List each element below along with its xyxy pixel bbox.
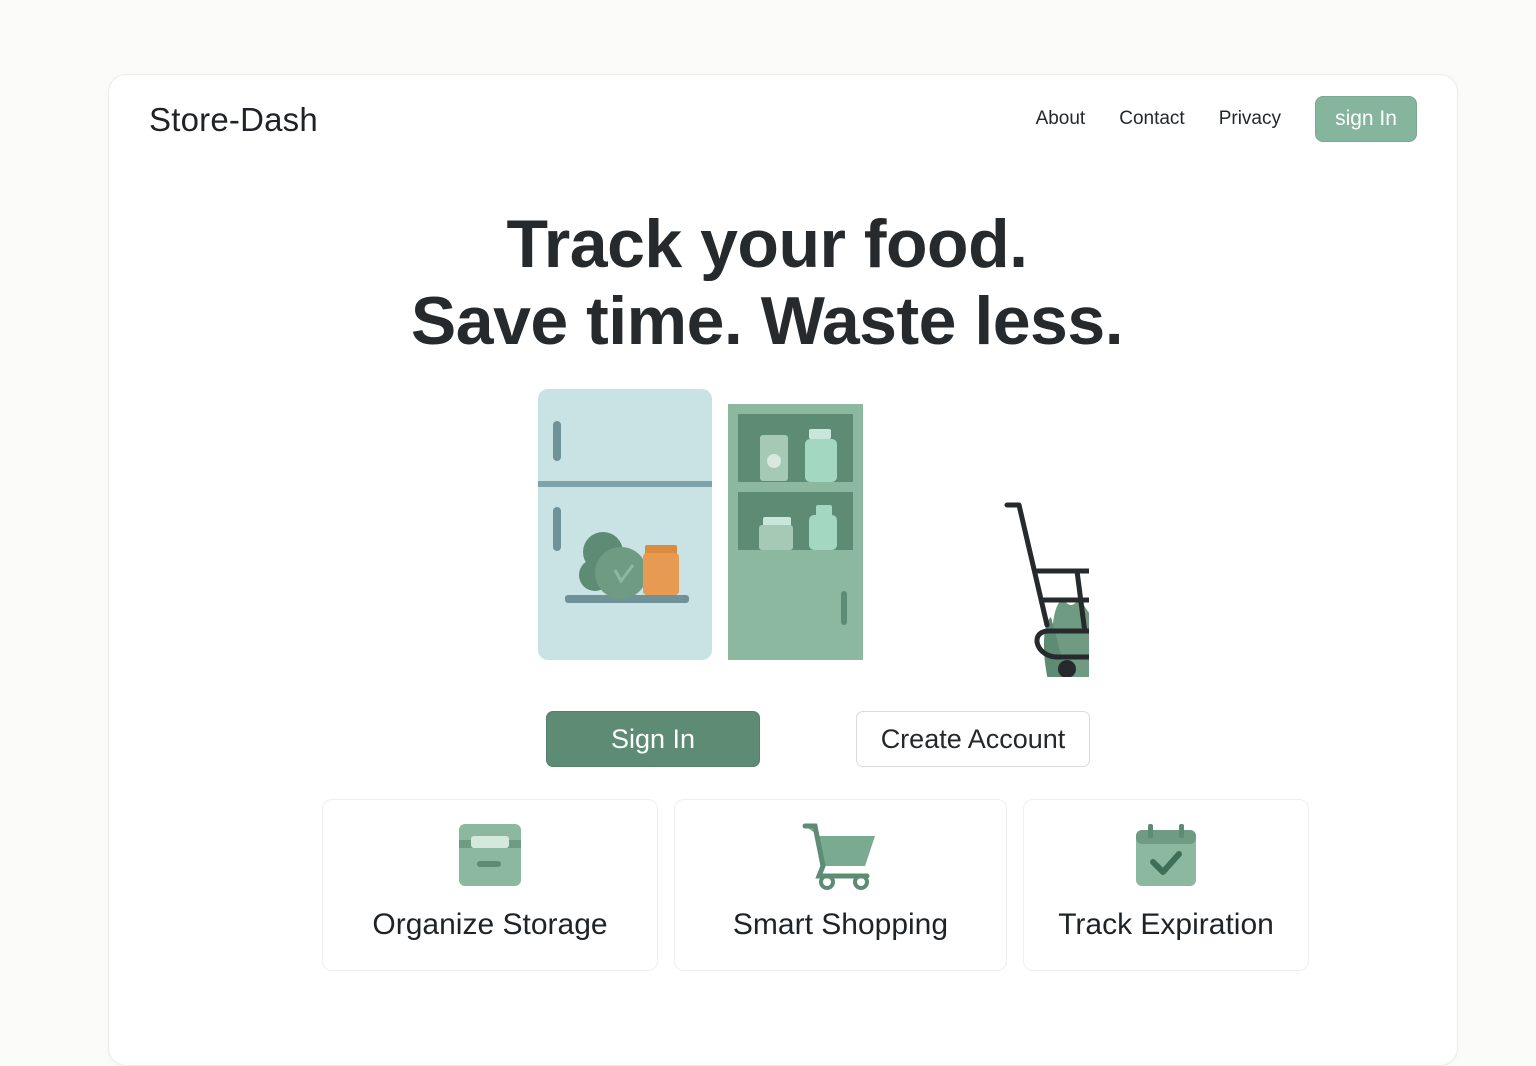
hero-title-line-1: Track your food. <box>506 206 1029 282</box>
brand-logo[interactable]: Store-Dash <box>149 101 318 139</box>
nav-about-link[interactable]: About <box>1036 108 1086 130</box>
feature-label-track-expiration: Track Expiration <box>1058 908 1274 941</box>
hero-illustration <box>538 389 1089 677</box>
calendar-check-icon <box>1136 824 1196 886</box>
page-frame: Store-Dash About Contact Privacy sign In… <box>108 74 1458 1066</box>
top-nav: About Contact Privacy sign In <box>1036 96 1417 142</box>
nav-contact-link[interactable]: Contact <box>1119 108 1184 130</box>
create-account-button[interactable]: Create Account <box>856 711 1090 767</box>
nav-privacy-link[interactable]: Privacy <box>1219 108 1281 130</box>
header-sign-in-button[interactable]: sign In <box>1315 96 1417 142</box>
hero-title-line-2: Save time. Waste less. <box>410 283 1124 359</box>
shopping-cart-illustration <box>1004 502 1089 677</box>
pantry-illustration <box>728 404 863 660</box>
feature-card-track-expiration[interactable]: Track Expiration <box>1023 799 1309 971</box>
storage-box-icon <box>459 824 521 886</box>
sign-in-button[interactable]: Sign In <box>546 711 760 767</box>
feature-card-organize-storage[interactable]: Organize Storage <box>322 799 658 971</box>
fridge-illustration <box>538 389 712 660</box>
shopping-cart-icon <box>802 823 875 890</box>
feature-card-smart-shopping[interactable]: Smart Shopping <box>674 799 1007 971</box>
feature-label-smart-shopping: Smart Shopping <box>732 908 949 941</box>
feature-label-organize-storage: Organize Storage <box>372 908 608 941</box>
